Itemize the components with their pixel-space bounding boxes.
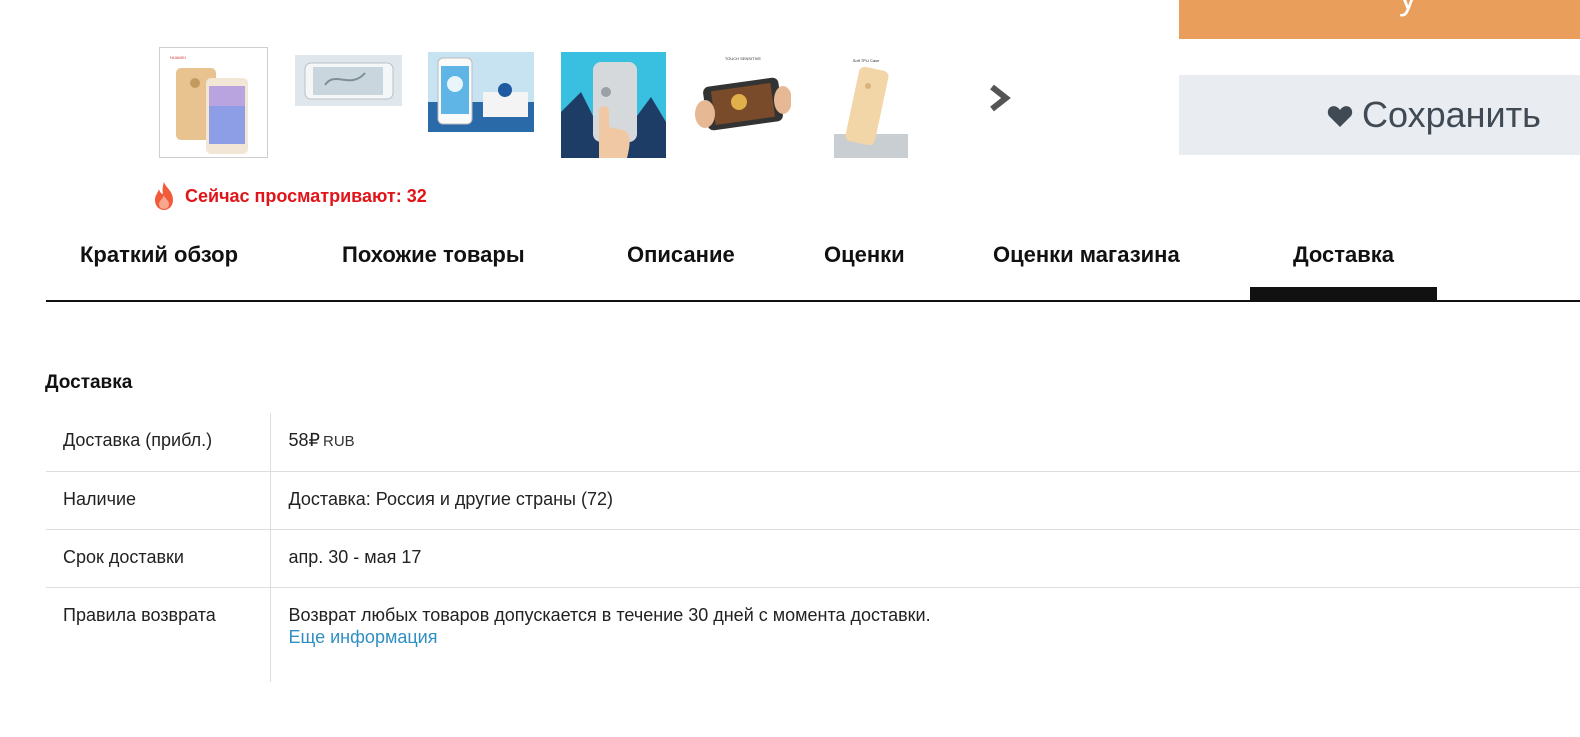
fire-icon	[155, 182, 173, 210]
delivery-time-value: апр. 30 - мая 17	[270, 529, 1580, 588]
viewers-notice: Сейчас просматривают: 32	[152, 181, 427, 211]
thumbnail-brand-text: HUAWEI	[170, 55, 186, 60]
save-button-content: Сохранить	[1327, 94, 1541, 136]
table-row: Наличие Доставка: Россия и другие страны…	[46, 471, 1580, 530]
tab-store-reviews[interactable]: Оценки магазина	[993, 232, 1180, 300]
tab-similar-products[interactable]: Похожие товары	[342, 232, 525, 300]
shipping-cost-label: Доставка (прибл.)	[46, 413, 271, 472]
thumbnail-2[interactable]	[295, 55, 402, 106]
tab-reviews[interactable]: Оценки	[824, 232, 905, 300]
product-tabs: Краткий обзор Похожие товары Описание Оц…	[46, 232, 1580, 302]
shipping-cost-amount: 58₽	[288, 430, 320, 450]
thumbnail-6[interactable]: Soft TPU Case	[826, 52, 909, 158]
shipping-table: Доставка (прибл.) 58₽ RUB Наличие Доставк…	[46, 413, 1580, 682]
save-button[interactable]: Сохранить	[1179, 75, 1580, 155]
phone-gold-image: HUAWEI	[160, 48, 267, 157]
buy-button[interactable]: у	[1179, 0, 1580, 39]
table-row: Доставка (прибл.) 58₽ RUB	[46, 413, 1580, 472]
table-row: Срок доставки апр. 30 - мая 17	[46, 529, 1580, 588]
soft-tpu-case-image: Soft TPU Case	[826, 52, 909, 158]
heart-icon	[1327, 106, 1353, 127]
thumbnail-caption-6: Soft TPU Case	[853, 58, 880, 63]
return-policy-value: Возврат любых товаров допускается в тече…	[270, 587, 1580, 682]
phone-santorini-image	[428, 52, 534, 132]
delivery-time-label: Срок доставки	[46, 529, 271, 588]
availability-value: Доставка: Россия и другие страны (72)	[270, 471, 1580, 530]
shipping-cost-value: 58₽ RUB	[270, 413, 1580, 472]
thumbnail-caption-5: TOUCH SENSITIVE	[725, 56, 761, 61]
save-button-label: Сохранить	[1362, 94, 1541, 135]
more-info-link[interactable]: Еще информация	[289, 627, 1580, 648]
return-policy-text: Возврат любых товаров допускается в тече…	[288, 604, 931, 625]
thumbnail-1[interactable]: HUAWEI	[159, 47, 268, 158]
delivery-section-title: Доставка	[45, 372, 133, 393]
chevron-right-icon[interactable]	[988, 84, 1014, 112]
shipping-cost-currency: RUB	[322, 433, 355, 450]
touch-sensitive-image: TOUCH SENSITIVE	[695, 52, 791, 143]
availability-label: Наличие	[46, 471, 271, 530]
phone-hand-image	[561, 52, 666, 158]
phone-splash-image	[295, 55, 402, 106]
viewers-count-text: Сейчас просматривают: 32	[185, 185, 427, 206]
buy-button-label: у	[1399, 0, 1417, 18]
return-policy-label: Правила возврата	[46, 587, 271, 682]
table-row: Правила возврата Возврат любых товаров д…	[46, 587, 1580, 682]
tab-delivery[interactable]: Доставка	[1250, 232, 1437, 300]
thumbnail-4[interactable]	[561, 52, 666, 158]
thumbnail-3[interactable]	[428, 52, 534, 132]
tab-description[interactable]: Описание	[627, 232, 735, 300]
thumbnail-5[interactable]: TOUCH SENSITIVE	[695, 52, 791, 143]
tab-overview[interactable]: Краткий обзор	[80, 232, 238, 300]
